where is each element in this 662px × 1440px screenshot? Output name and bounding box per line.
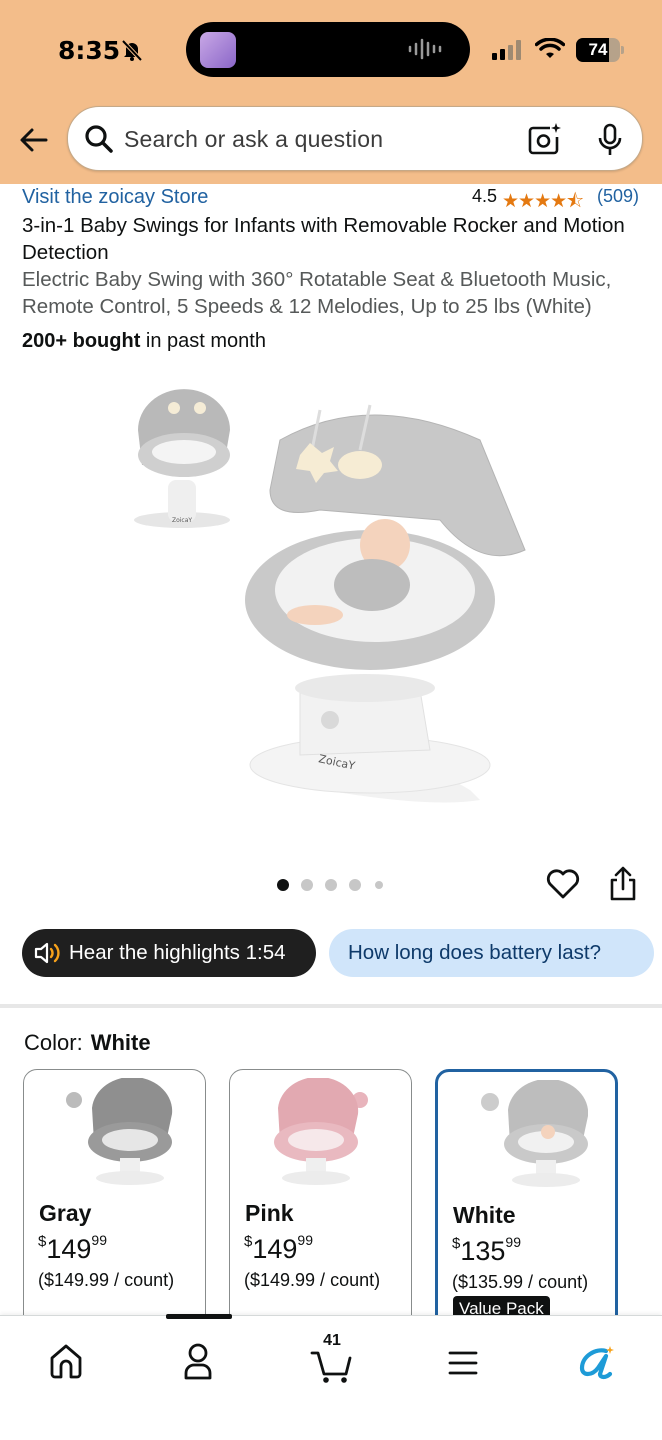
color-option-gray[interactable]: Gray $14999 ($149.99 / count) [23, 1069, 206, 1329]
bell-slash-icon [121, 39, 143, 62]
carousel-dot[interactable] [325, 879, 337, 891]
swing-main-illustration: ZoicaY [245, 404, 526, 803]
product-image-baby-swing[interactable]: ZoicaY ZoicaY [120, 370, 550, 840]
wifi-icon [535, 38, 565, 58]
audio-wave-icon [408, 38, 442, 60]
bottom-navigation: 41 [0, 1315, 662, 1440]
status-bar: 8:35 74 [0, 0, 662, 100]
carousel-dot[interactable] [375, 881, 383, 889]
suggested-question-chip[interactable]: How long does battery last? [329, 929, 654, 977]
hear-highlights-button[interactable]: Hear the highlights 1:54 [22, 929, 316, 977]
carousel-dot[interactable] [277, 879, 289, 891]
search-placeholder: Search or ask a question [124, 126, 384, 152]
rating-value: 4.5 [472, 186, 498, 206]
color-label-text: Color: [24, 1030, 83, 1055]
color-option-unit-price: ($149.99 / count) [244, 1270, 381, 1290]
product-title: 3-in-1 Baby Swings for Infants with Remo… [22, 214, 625, 264]
product-subtitle: Electric Baby Swing with 360° Rotatable … [22, 268, 612, 318]
selected-color: White [90, 1030, 151, 1055]
carousel-dot[interactable] [349, 879, 361, 891]
color-option-unit-price: ($149.99 / count) [38, 1270, 175, 1290]
product-thumbnail-inset: ZoicaY [134, 389, 230, 528]
color-option-unit-price: ($135.99 / count) [452, 1272, 589, 1292]
battery-level: 74 [588, 40, 608, 59]
heart-wishlist-icon[interactable] [546, 868, 580, 900]
color-option-price: $13599 [452, 1234, 521, 1266]
active-tab-indicator [166, 1314, 232, 1319]
back-arrow-icon[interactable] [18, 124, 50, 156]
color-label: Color: White [24, 1030, 151, 1056]
review-count-link[interactable]: (509) [597, 186, 639, 207]
home-icon[interactable] [36, 1336, 96, 1386]
suggested-question-label: How long does battery last? [348, 941, 601, 964]
store-link[interactable]: Visit the zoicay Store [22, 186, 208, 209]
color-option-name: White [453, 1202, 516, 1228]
now-playing-app-icon [200, 32, 236, 68]
section-divider [0, 1004, 662, 1008]
carousel-dot[interactable] [301, 879, 313, 891]
color-option-name: Pink [245, 1200, 294, 1226]
color-option-pink[interactable]: Pink $14999 ($149.99 / count) [229, 1069, 412, 1329]
account-icon[interactable] [168, 1336, 228, 1386]
thumbnail-brand-text: ZoicaY [172, 517, 192, 524]
hear-highlights-label: Hear the highlights 1:54 [69, 941, 286, 964]
dynamic-island[interactable] [186, 22, 470, 77]
color-option-name: Gray [39, 1200, 92, 1226]
battery-indicator: 74 [576, 38, 624, 62]
white-swing-thumbnail [481, 1080, 588, 1187]
rufus-icon[interactable] [566, 1336, 626, 1386]
share-icon[interactable] [608, 866, 638, 902]
bought-count: 200+ bought [22, 330, 141, 352]
microphone-icon[interactable] [596, 123, 624, 157]
bought-in-past-month: 200+ bought in past month [22, 330, 266, 353]
menu-icon[interactable] [432, 1336, 492, 1386]
color-option-price: $14999 [38, 1232, 107, 1264]
pink-swing-thumbnail [274, 1078, 368, 1185]
bought-period: in past month [140, 330, 266, 352]
camera-search-icon[interactable] [528, 122, 562, 156]
color-option-price: $14999 [244, 1232, 313, 1264]
cart-button[interactable]: 41 [302, 1332, 362, 1386]
status-time: 8:35 [58, 36, 121, 65]
color-option-white[interactable]: White $13599 ($135.99 / count) Value Pac… [435, 1069, 618, 1329]
cellular-signal-icon [492, 40, 521, 60]
cart-count-badge: 41 [323, 1332, 341, 1349]
gray-swing-thumbnail [66, 1078, 173, 1185]
search-input[interactable]: Search or ask a question [67, 106, 643, 171]
image-carousel-dots[interactable] [276, 878, 386, 892]
speaker-icon [34, 942, 60, 964]
search-icon [85, 125, 113, 153]
